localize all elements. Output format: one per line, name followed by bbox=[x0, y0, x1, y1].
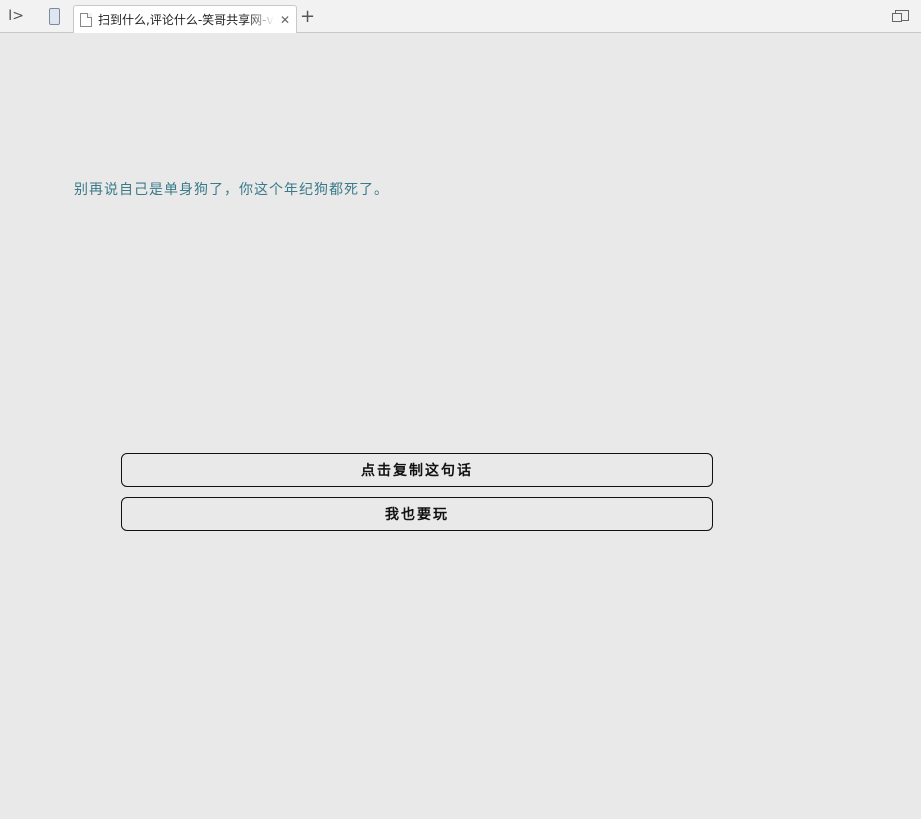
browser-toolbar: I> 扫到什么,评论什么-笑哥共享网-v ✕ + bbox=[0, 0, 921, 33]
quote-text: 别再说自己是单身狗了，你这个年纪狗都死了。 bbox=[74, 182, 389, 198]
browser-tab[interactable]: 扫到什么,评论什么-笑哥共享网-v ✕ bbox=[73, 5, 297, 33]
sidebar-toggle-icon[interactable]: I> bbox=[6, 6, 26, 26]
i-want-to-play-button[interactable]: 我也要玩 bbox=[121, 497, 713, 531]
page-content: 别再说自己是单身狗了，你这个年纪狗都死了。 点击复制这句话 我也要玩 bbox=[0, 33, 921, 819]
page-icon bbox=[80, 12, 92, 27]
tab-title: 扫到什么,评论什么-笑哥共享网-v bbox=[98, 13, 274, 27]
copy-sentence-button[interactable]: 点击复制这句话 bbox=[121, 453, 713, 487]
mobile-device-icon[interactable] bbox=[44, 6, 64, 26]
close-tab-icon[interactable]: ✕ bbox=[280, 13, 290, 27]
new-tab-button[interactable]: + bbox=[300, 8, 315, 26]
restore-window-icon[interactable] bbox=[892, 10, 909, 22]
